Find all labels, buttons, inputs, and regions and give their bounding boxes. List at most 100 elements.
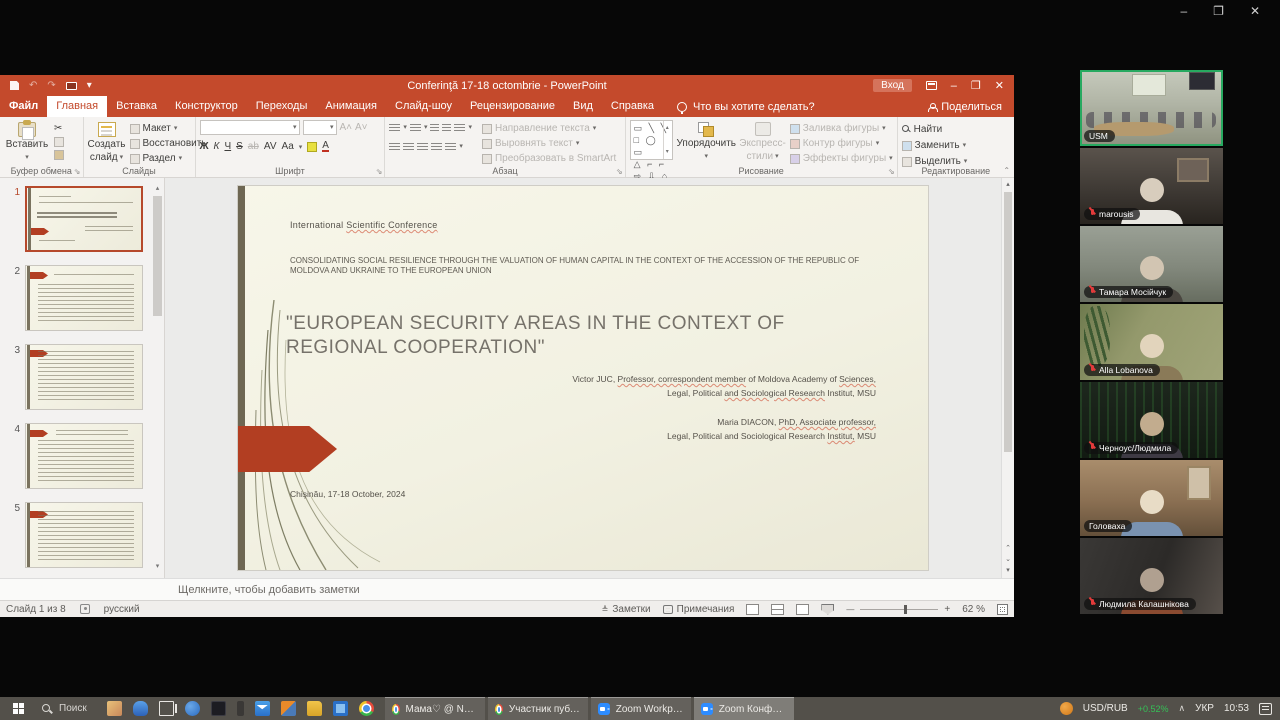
tab-home[interactable]: Главная [47,96,107,117]
decrease-indent-icon[interactable] [430,124,439,133]
text-direction-button[interactable]: Направление текста▾ [482,123,616,135]
ribbon-display-options-icon[interactable] [926,81,937,90]
format-painter-icon[interactable] [54,150,64,160]
character-spacing-button[interactable]: AV [264,141,277,152]
slide-subtitle[interactable]: CONSOLIDATING SOCIAL RESILIENCE THROUGH … [290,256,880,276]
app-icon[interactable] [237,701,244,716]
minimize-window-icon[interactable]: – [1180,4,1187,18]
tell-me-box[interactable]: Что вы хотите сделать? [677,96,815,117]
tab-transitions[interactable]: Переходы [247,96,317,117]
fit-slide-to-window-icon[interactable] [997,604,1008,615]
epic-games-icon[interactable] [211,701,226,716]
align-center-icon[interactable] [403,143,414,152]
font-size-combobox[interactable]: ▾ [303,120,337,135]
language-indicator[interactable]: русский [104,604,140,615]
close-window-icon[interactable]: ✕ [1250,4,1260,18]
shrink-font-icon[interactable]: A˅ [355,122,368,134]
slide-navigation-buttons[interactable]: ⌃ ⌄ ▾ [1002,543,1014,576]
underline-button[interactable]: Ч [224,141,231,152]
italic-button[interactable]: К [214,141,220,152]
taskbar-search[interactable]: Поиск [38,703,99,714]
redo-icon[interactable]: ↷ [47,80,55,91]
font-dialog-launcher-icon[interactable]: ⇘ [376,167,383,176]
tab-slideshow[interactable]: Слайд-шоу [386,96,461,117]
taskbar-window-zoom-meeting[interactable]: Zoom Конференция [694,697,794,720]
bullets-icon[interactable] [389,124,400,133]
find-button[interactable]: Найти [902,123,968,136]
share-button[interactable]: Поделиться [928,96,1014,117]
paint3d-app-icon[interactable] [133,701,148,716]
keyboard-language[interactable]: УКР [1195,703,1214,714]
taskbar-window-zoom-workplace[interactable]: Zoom Workplace [591,697,691,720]
thumbnail-slide-4[interactable]: 4 [6,423,150,489]
slide-authors[interactable]: Victor JUC, Professor, correspondent mem… [572,372,876,443]
video-tile-marousis[interactable]: marousis [1080,148,1223,224]
shapes-scrollbar[interactable]: ▴▾ [663,121,672,159]
thumbnail-slide-5[interactable]: 5 [6,502,150,568]
taskbar-window-chrome-2[interactable]: Участник публикац... [488,697,588,720]
sign-in-button[interactable]: Вход [873,79,912,92]
thumbnail-slide-1[interactable]: 1 [6,186,150,252]
copy-icon[interactable] [54,137,64,147]
tab-insert[interactable]: Вставка [107,96,166,117]
grow-font-icon[interactable]: A˄ [340,122,353,134]
taskbar-window-chrome-1[interactable]: Мама♡ @ Nazar[Ch... [385,697,485,720]
video-tile-usm[interactable]: USM [1080,70,1223,146]
comments-toggle-button[interactable]: Примечания [663,604,735,615]
thumbnail-slide-3[interactable]: 3 [6,344,150,410]
tab-help[interactable]: Справка [602,96,663,117]
arrange-button[interactable]: Упорядочить ▾ [677,120,735,163]
align-left-icon[interactable] [389,143,400,152]
slide-canvas[interactable]: International Scientific Conference CONS… [238,186,928,570]
new-slide-button[interactable]: Создать слайд▾ [88,120,126,163]
task-view-icon[interactable] [159,701,174,716]
collapse-ribbon-icon[interactable]: ⌃ [1003,166,1010,175]
video-tile-chernous[interactable]: Черноус/Людмила [1080,382,1223,458]
tab-file[interactable]: Файл [0,96,47,117]
zoom-percentage[interactable]: 62 % [962,604,985,615]
shadow-button[interactable]: ab [248,141,259,152]
media-app-icon[interactable] [281,701,296,716]
slide-footer[interactable]: Chişinău, 17-18 October, 2024 [290,489,405,499]
scrollbar-thumb[interactable] [1004,192,1012,452]
shape-outline-button[interactable]: Контур фигуры▾ [790,138,893,150]
notification-center-icon[interactable] [1259,703,1272,715]
align-text-button[interactable]: Выровнять текст▾ [482,138,616,150]
slide-title[interactable]: "EUROPEAN SECURITY AREAS IN THE CONTEXT … [286,312,846,360]
widgets-app-icon[interactable] [107,701,122,716]
shapes-gallery[interactable]: ▭ ╲ ╲ □ ◯ ▭ △ ⌐ ⌐ ⇨ ⇩ ⌂ ✎ ↷ ∿ { } ☆ ▴▾ [630,120,674,160]
start-button[interactable] [0,697,38,720]
clipboard-dialog-launcher-icon[interactable]: ⇘ [74,167,81,176]
video-tile-tamara[interactable]: Тамара Мосійчук [1080,226,1223,302]
slide-conference-line[interactable]: International Scientific Conference [290,220,438,230]
tab-review[interactable]: Рецензирование [461,96,564,117]
paragraph-dialog-launcher-icon[interactable]: ⇘ [616,167,623,176]
file-explorer-icon[interactable] [307,701,322,716]
highlight-color-icon[interactable] [307,142,317,152]
save-icon[interactable] [10,81,19,90]
video-tile-golovaha[interactable]: Головаха [1080,460,1223,536]
zoom-slider[interactable]: — + [846,604,950,615]
zoom-out-icon[interactable]: — [846,605,854,614]
shape-effects-button[interactable]: Эффекты фигуры▾ [790,153,893,165]
smartart-button[interactable]: Преобразовать в SmartArt [482,153,616,165]
telegram-app-icon[interactable] [185,701,200,716]
restore-window-icon[interactable]: ❐ [1213,4,1224,18]
replace-button[interactable]: Заменить▾ [902,139,968,152]
shape-fill-button[interactable]: Заливка фигуры▾ [790,123,893,135]
paste-button[interactable]: Вставить ▾ [4,120,50,163]
zoom-in-icon[interactable]: + [944,604,950,615]
bold-button[interactable]: Ж [200,141,209,152]
tray-expand-icon[interactable]: ∧ [1179,703,1186,714]
ppt-close-icon[interactable]: ✕ [995,79,1004,92]
change-case-button[interactable]: Aa [282,141,294,152]
slide-scrollbar[interactable]: ▴ ⌃ ⌄ ▾ [1001,178,1014,578]
slideshow-view-icon[interactable] [821,604,834,615]
qat-customize-icon[interactable]: ▾ [87,80,92,91]
strikethrough-button[interactable]: S [236,141,243,152]
photos-app-icon[interactable] [333,701,348,716]
align-right-icon[interactable] [417,143,428,152]
line-spacing-icon[interactable] [454,124,465,133]
increase-indent-icon[interactable] [442,124,451,133]
quick-styles-button[interactable]: Экспресс- стили▾ [739,120,786,163]
